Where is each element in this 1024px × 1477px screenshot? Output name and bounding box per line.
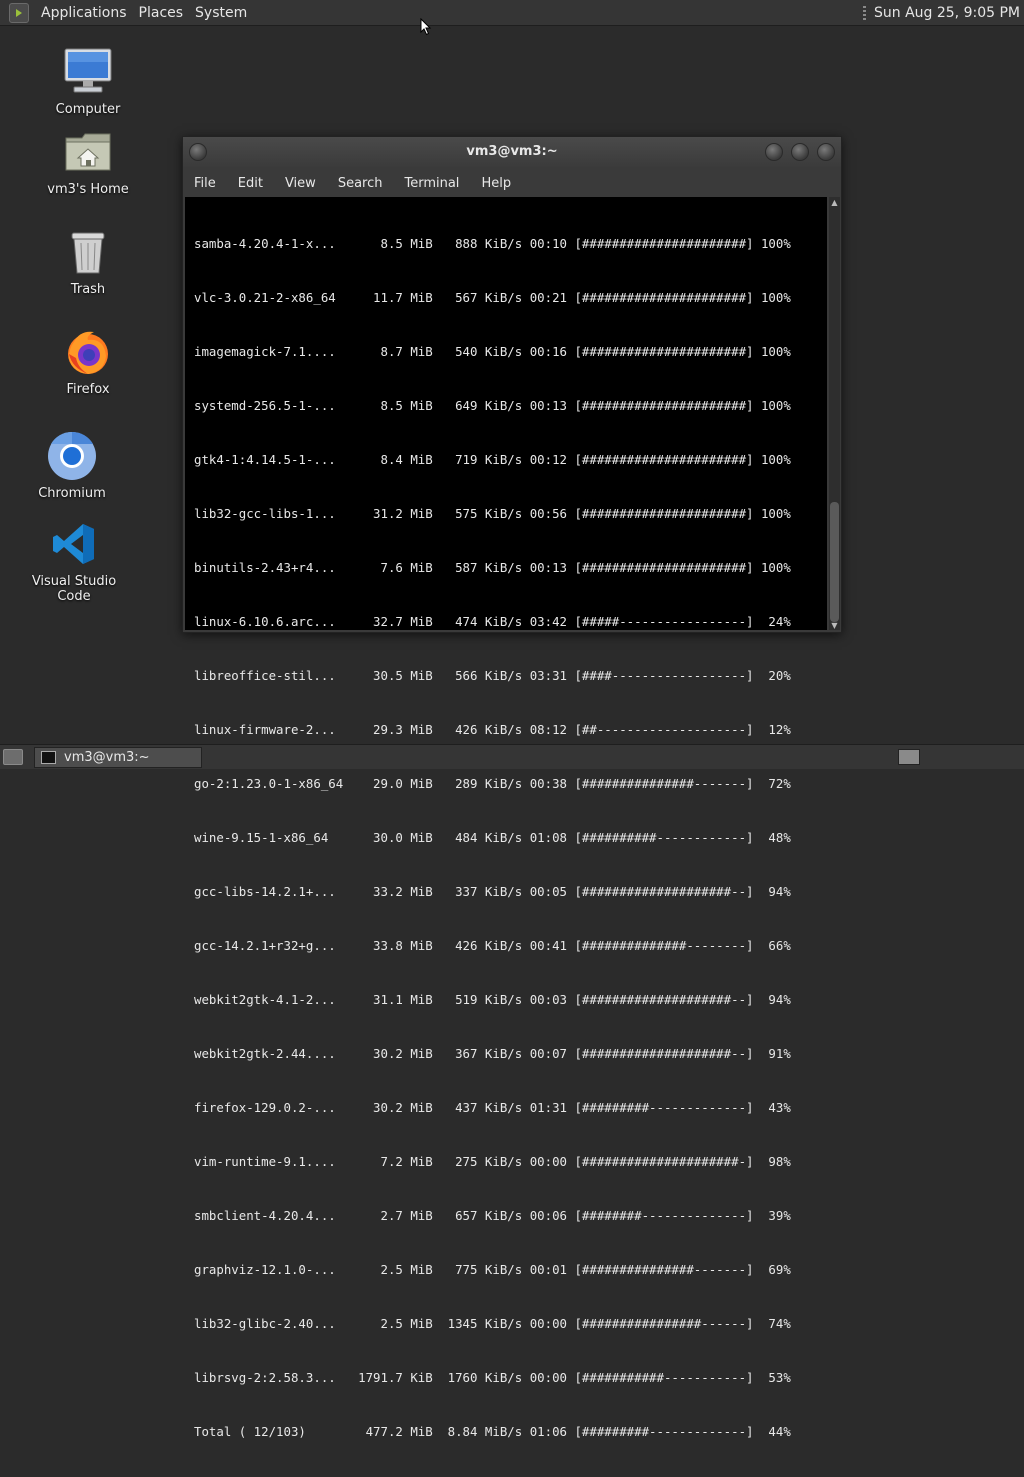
terminal-line: librsvg-2:2.58.3... 1791.7 KiB 1760 KiB/… [194, 1370, 791, 1385]
terminal-line: gcc-libs-14.2.1+... 33.2 MiB 337 KiB/s 0… [194, 884, 791, 899]
close-button[interactable] [817, 143, 835, 161]
terminal-line: libreoffice-stil... 30.5 MiB 566 KiB/s 0… [194, 668, 791, 683]
terminal-line: binutils-2.43+r4... 7.6 MiB 587 KiB/s 00… [194, 560, 791, 575]
vscode-icon [48, 518, 100, 570]
scroll-thumb[interactable] [830, 502, 839, 622]
desktop-icon-label: Trash [70, 282, 106, 297]
desktop-icon-label: Visual Studio Code [31, 574, 117, 604]
terminal-line: graphviz-12.1.0-... 2.5 MiB 775 KiB/s 00… [194, 1262, 791, 1277]
places-menu[interactable]: Places [133, 5, 190, 21]
desktop-icon-computer[interactable]: Computer [33, 46, 143, 117]
terminal-line: gtk4-1:4.14.5-1-... 8.4 MiB 719 KiB/s 00… [194, 452, 791, 467]
clock[interactable]: Sun Aug 25, 9:05 PM [874, 5, 1020, 21]
terminal-line: lib32-glibc-2.40... 2.5 MiB 1345 KiB/s 0… [194, 1316, 791, 1331]
show-desktop-button[interactable] [3, 749, 23, 765]
maximize-button[interactable] [791, 143, 809, 161]
terminal-line: systemd-256.5-1-... 8.5 MiB 649 KiB/s 00… [194, 398, 791, 413]
desktop-icon-label: Firefox [66, 382, 110, 397]
terminal-output[interactable]: samba-4.20.4-1-x... 8.5 MiB 888 KiB/s 00… [185, 197, 827, 1439]
computer-icon [62, 46, 114, 98]
terminal-line: webkit2gtk-2.44.... 30.2 MiB 367 KiB/s 0… [194, 1046, 791, 1061]
terminal-window: vm3@vm3:~ File Edit View Search Terminal… [182, 136, 842, 1439]
window-titlebar[interactable]: vm3@vm3:~ [183, 137, 841, 167]
menu-file[interactable]: File [183, 176, 227, 191]
terminal-line: smbclient-4.20.4... 2.7 MiB 657 KiB/s 00… [194, 1208, 791, 1223]
terminal-line: linux-6.10.6.arc... 32.7 MiB 474 KiB/s 0… [194, 614, 791, 629]
desktop-icon-home[interactable]: vm3's Home [33, 126, 143, 197]
terminal-line: wine-9.15-1-x86_64 30.0 MiB 484 KiB/s 01… [194, 830, 791, 845]
terminal-menubar: File Edit View Search Terminal Help [183, 171, 841, 195]
mouse-pointer-icon [420, 18, 432, 36]
menu-help[interactable]: Help [470, 176, 522, 191]
menu-search[interactable]: Search [327, 176, 394, 191]
panel-handle [863, 5, 866, 20]
firefox-icon [62, 326, 114, 378]
terminal-line: vim-runtime-9.1.... 7.2 MiB 275 KiB/s 00… [194, 1154, 791, 1169]
desktop-icon-trash[interactable]: Trash [33, 226, 143, 297]
applications-menu[interactable]: Applications [35, 5, 133, 21]
menu-terminal[interactable]: Terminal [393, 176, 470, 191]
terminal-line: Total ( 12/103) 477.2 MiB 8.84 MiB/s 01:… [194, 1424, 791, 1439]
terminal-line: linux-firmware-2... 29.3 MiB 426 KiB/s 0… [194, 722, 791, 737]
terminal-line: samba-4.20.4-1-x... 8.5 MiB 888 KiB/s 00… [194, 236, 791, 251]
bottom-panel: vm3@vm3:~ [0, 744, 1024, 769]
terminal-line: vlc-3.0.21-2-x86_64 11.7 MiB 567 KiB/s 0… [194, 290, 791, 305]
window-title: vm3@vm3:~ [466, 144, 558, 159]
terminal-line: gcc-14.2.1+r32+g... 33.8 MiB 426 KiB/s 0… [194, 938, 791, 953]
terminal-line: firefox-129.0.2-... 30.2 MiB 437 KiB/s 0… [194, 1100, 791, 1115]
desktop-icon-label: Computer [55, 102, 121, 117]
workspace-switcher[interactable] [898, 749, 920, 765]
desktop-icon-firefox[interactable]: Firefox [33, 326, 143, 397]
terminal-scrollbar[interactable]: ▲ ▼ [829, 197, 840, 630]
terminal-line: imagemagick-7.1.... 8.7 MiB 540 KiB/s 00… [194, 344, 791, 359]
desktop-icon-chromium[interactable]: Chromium [17, 430, 127, 501]
scroll-down-icon[interactable]: ▼ [829, 620, 840, 630]
scroll-up-icon[interactable]: ▲ [829, 197, 840, 207]
home-folder-icon [62, 126, 114, 178]
terminal-icon [41, 751, 56, 764]
terminal-line: lib32-gcc-libs-1... 31.2 MiB 575 KiB/s 0… [194, 506, 791, 521]
clock-area: Sun Aug 25, 9:05 PM [863, 0, 1020, 25]
taskbar-terminal-button[interactable]: vm3@vm3:~ [34, 747, 202, 768]
desktop-icon-vscode[interactable]: Visual Studio Code [19, 518, 129, 604]
distro-logo-icon[interactable] [9, 2, 29, 23]
taskbar-label: vm3@vm3:~ [64, 750, 150, 765]
menu-view[interactable]: View [274, 176, 327, 191]
minimize-button[interactable] [765, 143, 783, 161]
terminal-lines: samba-4.20.4-1-x... 8.5 MiB 888 KiB/s 00… [194, 199, 791, 1477]
trash-icon [62, 226, 114, 278]
desktop-icon-label: Chromium [38, 486, 106, 501]
menu-edit[interactable]: Edit [227, 176, 274, 191]
top-panel: Applications Places System Sun Aug 25, 9… [0, 0, 1024, 26]
system-menu[interactable]: System [189, 5, 253, 21]
desktop-icon-label: vm3's Home [47, 182, 129, 197]
terminal-line: go-2:1.23.0-1-x86_64 29.0 MiB 289 KiB/s … [194, 776, 791, 791]
chromium-icon [46, 430, 98, 482]
terminal-line: webkit2gtk-4.1-2... 31.1 MiB 519 KiB/s 0… [194, 992, 791, 1007]
